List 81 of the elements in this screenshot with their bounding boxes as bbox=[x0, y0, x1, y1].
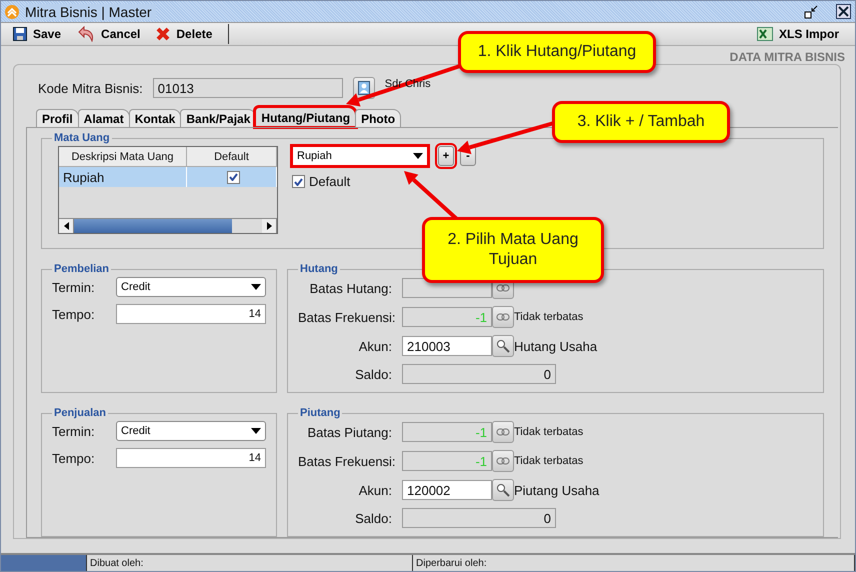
left-arrow-icon[interactable] bbox=[64, 222, 68, 230]
person-card-icon bbox=[358, 81, 370, 95]
unlimited-note: Tidak terbatas bbox=[514, 455, 584, 467]
add-button[interactable]: + bbox=[438, 146, 454, 166]
account-field[interactable]: 120002 bbox=[402, 480, 492, 500]
chain-link-icon bbox=[496, 457, 510, 465]
column-header: Deskripsi Mata Uang bbox=[59, 147, 187, 167]
table-cell: Rupiah bbox=[59, 167, 187, 187]
field-label: Kode Mitra Bisnis: bbox=[38, 80, 143, 96]
right-arrow-icon[interactable] bbox=[266, 222, 272, 230]
saldo-field: 0 bbox=[402, 364, 556, 384]
import-button[interactable]: XLS Impor bbox=[750, 23, 849, 45]
default-checkbox[interactable]: Default bbox=[292, 174, 476, 189]
dropdown-caret-icon bbox=[251, 428, 261, 434]
termin-dropdown[interactable]: Credit bbox=[116, 277, 266, 297]
field-label: Saldo: bbox=[354, 366, 393, 382]
unlimited-note: Tidak terbatas bbox=[514, 311, 584, 323]
checkbox[interactable] bbox=[292, 175, 305, 188]
search-button[interactable] bbox=[492, 479, 514, 501]
instruction-tooltip: 2. Pilih Mata Uang Tujuan bbox=[422, 217, 604, 283]
unlimited-note: Tidak terbatas bbox=[514, 426, 584, 438]
table-row[interactable]: Rupiah bbox=[59, 167, 277, 187]
chain-link-icon bbox=[496, 313, 510, 321]
account-field[interactable]: 210003 bbox=[402, 336, 492, 356]
termin-dropdown[interactable]: Credit bbox=[116, 421, 266, 441]
account-name: Piutang Usaha bbox=[514, 482, 600, 498]
restore-window-icon[interactable] bbox=[804, 4, 818, 18]
chain-link-icon bbox=[496, 428, 510, 436]
dropdown-caret-icon bbox=[413, 153, 423, 159]
section-header: DATA MITRA BISNIS bbox=[730, 50, 845, 64]
field-label: Tempo: bbox=[52, 306, 96, 322]
delete-button[interactable]: Delete bbox=[150, 23, 222, 45]
checkbox[interactable] bbox=[227, 170, 240, 184]
status-field: Dibuat oleh: bbox=[87, 555, 413, 571]
instruction-tooltip: 3. Klik + / Tambah bbox=[552, 101, 730, 143]
currency-dropdown[interactable]: Rupiah bbox=[292, 146, 428, 166]
account-name: Hutang Usaha bbox=[514, 338, 598, 354]
tempo-field[interactable]: 14 bbox=[116, 304, 266, 324]
saldo-field: 0 bbox=[402, 508, 556, 528]
cancel-button[interactable]: Cancel bbox=[71, 23, 150, 45]
field-label: Termin: bbox=[52, 280, 96, 294]
horizontal-scrollbar[interactable] bbox=[59, 218, 277, 233]
search-button[interactable] bbox=[492, 335, 514, 357]
dropdown-caret-icon bbox=[251, 284, 261, 290]
spreadsheet-icon bbox=[756, 27, 773, 41]
field-label: Termin: bbox=[52, 424, 96, 438]
field-label: Batas Frekuensi: bbox=[298, 310, 397, 324]
save-button[interactable]: Save bbox=[7, 23, 72, 45]
field-label: Akun: bbox=[358, 338, 393, 354]
column-header: Default bbox=[187, 147, 277, 167]
field-label: Batas Frekuensi: bbox=[298, 454, 397, 468]
status-field: Diperbarui oleh: bbox=[413, 555, 855, 571]
chain-link-icon bbox=[496, 284, 510, 292]
field-label: Tempo: bbox=[52, 450, 96, 466]
tab[interactable]: Profil bbox=[36, 109, 79, 127]
group-title: Pembelian bbox=[53, 263, 110, 275]
field-label: Batas Hutang: bbox=[308, 280, 393, 296]
delete-x-icon bbox=[156, 27, 170, 41]
undo-arrow-icon bbox=[77, 26, 96, 42]
tab[interactable]: Hutang/Piutang bbox=[255, 107, 356, 127]
tab[interactable]: Alamat bbox=[78, 109, 130, 127]
instruction-tooltip: 1. Klik Hutang/Piutang bbox=[458, 31, 656, 73]
unlimited-button[interactable] bbox=[492, 450, 514, 472]
group-title: Mata Uang bbox=[53, 132, 111, 144]
group-title: Piutang bbox=[299, 407, 342, 419]
field-label: Akun: bbox=[358, 482, 393, 498]
field-label: Saldo: bbox=[354, 510, 393, 526]
tempo-field[interactable]: 14 bbox=[116, 448, 266, 468]
app-logo-icon bbox=[5, 4, 19, 18]
unlimited-button[interactable] bbox=[492, 421, 514, 443]
search-icon bbox=[496, 339, 510, 353]
window-title: Mitra Bisnis | Master bbox=[25, 4, 156, 20]
field-label: Batas Piutang: bbox=[306, 424, 393, 440]
kode-field[interactable]: 01013 bbox=[152, 78, 343, 98]
close-icon[interactable] bbox=[836, 4, 851, 19]
group-title: Hutang bbox=[299, 263, 339, 275]
group-title: Penjualan bbox=[53, 407, 107, 419]
search-icon bbox=[496, 483, 510, 497]
tab[interactable]: Photo bbox=[355, 109, 402, 127]
unlimited-button[interactable] bbox=[492, 306, 514, 328]
tab[interactable]: Kontak bbox=[128, 109, 182, 127]
